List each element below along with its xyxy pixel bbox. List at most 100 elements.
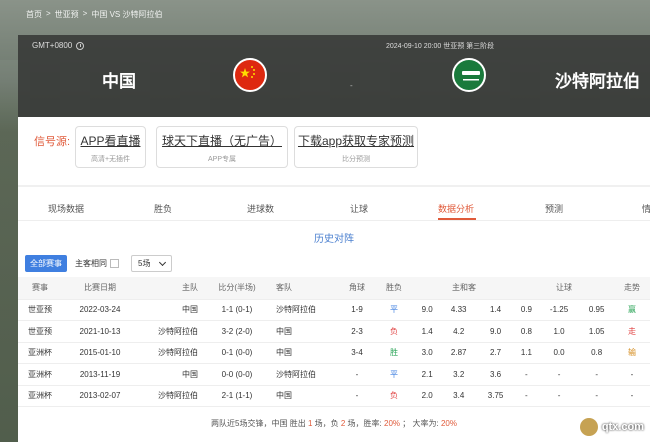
row-league: 亚洲杯 [18, 342, 62, 364]
row-home: 中国 [138, 363, 204, 386]
row-result: 胜 [374, 342, 414, 364]
col-date: 比赛日期 [62, 277, 138, 300]
odds-away: 2.7 [477, 342, 514, 364]
row-away: 中国 [270, 385, 340, 407]
tab-live-data[interactable]: 现场数据 [48, 202, 84, 215]
all-competitions-button[interactable]: 全部赛事 [25, 255, 67, 272]
breadcrumb-home[interactable]: 首页 [26, 9, 42, 20]
handicap-away: 0.95 [579, 299, 614, 321]
odds-home: 1.4 [414, 320, 441, 343]
tab-prediction[interactable]: 预测 [545, 202, 563, 215]
signal-label: 信号源: [34, 136, 71, 148]
breadcrumb-sep: > [82, 9, 88, 18]
same-home-away-checkbox[interactable] [110, 259, 119, 268]
col-corner: 角球 [340, 277, 374, 300]
handicap-home: 1.1 [514, 342, 539, 364]
row-corner: 1-9 [340, 299, 374, 321]
row-home: 沙特阿拉伯 [138, 320, 204, 343]
handicap-away: - [579, 363, 614, 386]
summary-win-rate: 20% [384, 419, 401, 428]
odds-draw: 4.33 [440, 299, 478, 321]
handicap-line: -1.25 [538, 299, 580, 321]
table-row[interactable]: 亚洲杯 2013-11-19 中国 0-0 (0-0) 沙特阿拉伯 - 平 2.1 3.2 3.6… [18, 363, 650, 386]
source-app-predict[interactable]: 下载app获取专家预测 比分预测 [294, 126, 418, 168]
tab-goals[interactable]: 进球数 [247, 202, 274, 215]
timezone: GMT+0800 [32, 41, 85, 50]
row-league: 亚洲杯 [18, 385, 62, 407]
row-home: 沙特阿拉伯 [138, 385, 204, 407]
tab-bar: 现场数据 胜负 进球数 让球 数据分析 预测 情 [18, 193, 650, 221]
match-count-select[interactable]: 5场 [131, 255, 173, 272]
watermark-text: qtx.com [601, 421, 644, 433]
breadcrumb: 首页 > 世亚预 > 中国 VS 沙特阿拉伯 [26, 9, 162, 20]
col-home: 主队 [138, 277, 204, 300]
row-trend: 走 [614, 320, 650, 343]
odds-home: 2.1 [414, 363, 441, 386]
odds-draw: 2.87 [440, 342, 478, 364]
source-title: 球天下直播（无广告） [161, 134, 282, 148]
summary-part: 场，胜率: [347, 419, 382, 428]
tab-handicap[interactable]: 让球 [350, 202, 368, 215]
row-corner: 3-4 [340, 342, 374, 364]
row-trend: - [614, 385, 650, 407]
row-away: 中国 [270, 320, 340, 343]
tab-intel[interactable]: 情 [642, 202, 650, 215]
table-row[interactable]: 世亚预 2021-10-13 沙特阿拉伯 3-2 (2-0) 中国 2-3 负 1.4 4.2 9… [18, 320, 650, 343]
handicap-line: 1.0 [538, 320, 580, 343]
match-count-value: 5场 [138, 259, 151, 268]
source-title: APP看直播 [80, 134, 141, 148]
source-sub: APP专属 [207, 156, 236, 163]
handicap-home: - [514, 363, 539, 386]
row-trend: - [614, 363, 650, 386]
odds-away: 3.6 [477, 363, 514, 386]
col-result: 胜负 [374, 277, 414, 300]
odds-draw: 3.2 [440, 363, 478, 386]
row-date: 2015-01-10 [62, 342, 138, 364]
row-home: 沙特阿拉伯 [138, 342, 204, 364]
table-row[interactable]: 亚洲杯 2013-02-07 沙特阿拉伯 2-1 (1-1) 中国 - 负 2.0 3.4 3.7… [18, 385, 650, 407]
same-home-away-filter[interactable]: 主客相同 [75, 258, 119, 269]
source-title: 下载app获取专家预测 [297, 134, 415, 148]
breadcrumb-league[interactable]: 世亚预 [55, 9, 79, 20]
qtx-logo-icon [579, 418, 598, 436]
summary-part: 场，负 [314, 419, 339, 428]
row-date: 2013-11-19 [62, 363, 138, 386]
filter-bar: 全部赛事 主客相同 5场 [25, 255, 173, 272]
summary-wins: 1 [307, 419, 313, 428]
col-trend: 走势 [614, 277, 650, 300]
active-tab-indicator [438, 218, 476, 220]
home-team-name: 中国 [102, 72, 136, 91]
row-date: 2021-10-13 [62, 320, 138, 343]
col-odds: 主和客 [414, 277, 514, 300]
match-header: GMT+0800 2024-09-10 20:00 世亚预 第三阶段 中国 - … [18, 35, 650, 117]
col-league: 赛事 [18, 277, 62, 300]
handicap-line: - [538, 385, 580, 407]
row-score: 2-1 (1-1) [204, 385, 270, 407]
table-row[interactable]: 亚洲杯 2015-01-10 沙特阿拉伯 0-1 (0-0) 中国 3-4 胜 3.0 2.87… [18, 342, 650, 364]
handicap-away: - [579, 385, 614, 407]
same-home-away-label: 主客相同 [75, 259, 107, 268]
match-info: 2024-09-10 20:00 世亚预 第三阶段 [386, 43, 495, 50]
source-sub: 比分预测 [342, 156, 370, 163]
table-row[interactable]: 世亚预 2022-03-24 中国 1-1 (0-1) 沙特阿拉伯 1-9 平 9.0 4.33… [18, 299, 650, 321]
away-team-name: 沙特阿拉伯 [555, 72, 640, 91]
source-app-live[interactable]: APP看直播 高清+无插件 [75, 126, 146, 168]
table-header-row: 赛事 比赛日期 主队 比分(半场) 客队 角球 胜负 主和客 让球 走势 [18, 277, 650, 300]
section-title: 历史对阵 [314, 234, 354, 245]
odds-draw: 4.2 [440, 320, 478, 343]
row-corner: - [340, 385, 374, 407]
source-sub: 高清+无插件 [90, 156, 131, 163]
odds-home: 2.0 [414, 385, 441, 407]
row-score: 0-0 (0-0) [204, 363, 270, 386]
row-result: 平 [374, 363, 414, 386]
row-result: 负 [374, 320, 414, 343]
tab-win-lose[interactable]: 胜负 [154, 202, 172, 215]
row-away: 中国 [270, 342, 340, 364]
source-qtx-live[interactable]: 球天下直播（无广告） APP专属 [156, 126, 288, 168]
row-score: 1-1 (0-1) [204, 299, 270, 321]
content-card: 信号源: APP看直播 高清+无插件 球天下直播（无广告） APP专属 下载ap… [18, 117, 650, 442]
clock-icon [76, 41, 85, 50]
row-league: 世亚预 [18, 320, 62, 343]
divider [18, 185, 650, 187]
tab-data-analysis[interactable]: 数据分析 [438, 202, 474, 215]
